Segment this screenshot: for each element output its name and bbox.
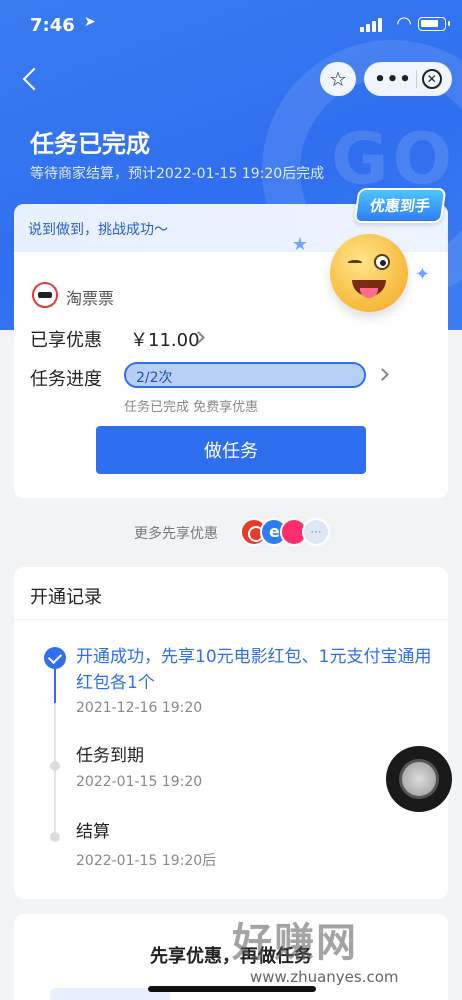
timeline-dot-icon bbox=[50, 832, 60, 842]
more-icon: ··· bbox=[302, 518, 330, 546]
deal-badge: 优惠到手 bbox=[353, 188, 447, 223]
merchant-logo-icon bbox=[32, 282, 58, 308]
task-progress-bar[interactable]: 2/2次 bbox=[124, 362, 366, 388]
star-icon: ☆ bbox=[329, 67, 347, 91]
timeline-item-text: 结算 bbox=[76, 822, 110, 842]
discount-label: 已享优惠 bbox=[30, 330, 102, 351]
favorite-button[interactable]: ☆ bbox=[320, 62, 356, 96]
progress-text: 2/2次 bbox=[136, 370, 173, 386]
timeline-item-time: 2022-01-15 19:20后 bbox=[76, 853, 217, 869]
capsule-divider bbox=[416, 70, 418, 88]
page-subtitle: 等待商家结算，预计2022-01-15 19:20后完成 bbox=[30, 166, 325, 182]
divider bbox=[14, 619, 448, 620]
back-button[interactable] bbox=[18, 62, 48, 96]
status-bar: 7:46 ➤ ◠ bbox=[0, 0, 462, 56]
check-circle-icon bbox=[44, 647, 66, 669]
bottom-card-title: 先享优惠，再做任务 bbox=[150, 946, 312, 967]
battery-icon bbox=[418, 17, 450, 31]
location-arrow-icon: ➤ bbox=[84, 14, 96, 30]
mini-app-capsule: ••• ✕ bbox=[364, 62, 452, 96]
timeline-item-text: 任务到期 bbox=[76, 746, 144, 766]
timeline-line-active bbox=[54, 663, 56, 703]
record-title: 开通记录 bbox=[30, 587, 102, 608]
timeline-item-time: 2021-12-16 19:20 bbox=[76, 700, 203, 716]
page-title: 任务已完成 bbox=[30, 130, 150, 158]
timeline-item-time: 2022-01-15 19:20 bbox=[76, 774, 203, 790]
timeline-dot-icon bbox=[50, 761, 60, 771]
task-card: 说到做到，挑战成功～ 淘票票 已享优惠 ￥11.00 任务进度 2/2次 任务已… bbox=[14, 188, 448, 498]
wifi-icon: ◠ bbox=[396, 13, 412, 34]
watermark-url: www.zhuanyes.com bbox=[250, 968, 399, 986]
more-benefits-row[interactable]: 更多先享优惠 ··· bbox=[0, 518, 462, 548]
chevron-right-icon[interactable] bbox=[376, 368, 389, 381]
signal-icon bbox=[360, 18, 382, 32]
assistive-touch-button[interactable] bbox=[386, 746, 452, 812]
wink-emoji-icon bbox=[330, 234, 408, 312]
assistive-touch-icon bbox=[399, 759, 439, 799]
watermark-logo: 好赚网 bbox=[232, 920, 358, 966]
more-dots-icon[interactable]: ••• bbox=[374, 69, 412, 90]
progress-note: 任务已完成 免费享优惠 bbox=[124, 400, 259, 415]
progress-label: 任务进度 bbox=[30, 369, 102, 390]
do-task-button[interactable]: 做任务 bbox=[96, 426, 366, 474]
more-benefits-label[interactable]: 更多先享优惠 bbox=[134, 523, 218, 543]
discount-value[interactable]: ￥11.00 bbox=[130, 326, 200, 352]
status-time: 7:46 bbox=[30, 15, 75, 36]
sparkle-icon: ✦ bbox=[414, 264, 430, 285]
merchant-name: 淘票票 bbox=[66, 289, 115, 308]
close-circle-icon[interactable]: ✕ bbox=[421, 69, 442, 89]
record-card: 开通记录 开通成功，先享10元电影红包、1元支付宝通用红包各1个 2021-12… bbox=[14, 567, 448, 899]
sparkle-icon: ★ bbox=[291, 234, 308, 255]
task-slogan: 说到做到，挑战成功～ bbox=[28, 222, 168, 238]
home-indicator bbox=[148, 986, 316, 992]
timeline-item-text: 开通成功，先享10元电影红包、1元支付宝通用红包各1个 bbox=[76, 647, 432, 693]
